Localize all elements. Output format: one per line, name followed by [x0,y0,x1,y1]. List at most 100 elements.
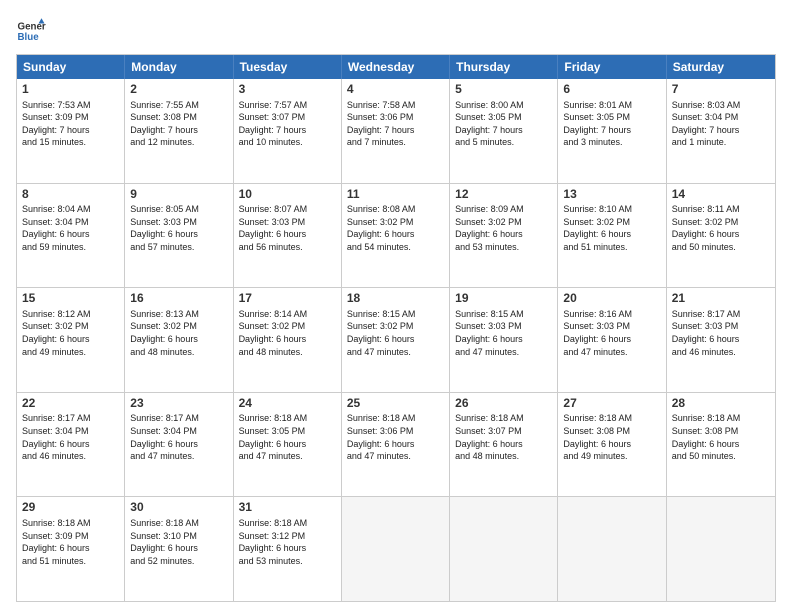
day-number: 31 [239,500,336,516]
day-number: 1 [22,82,119,98]
day-cell-23: 23Sunrise: 8:17 AM Sunset: 3:04 PM Dayli… [125,393,233,497]
page: General Blue SundayMondayTuesdayWednesda… [0,0,792,612]
day-cell-25: 25Sunrise: 8:18 AM Sunset: 3:06 PM Dayli… [342,393,450,497]
day-cell-29: 29Sunrise: 8:18 AM Sunset: 3:09 PM Dayli… [17,497,125,601]
day-info: Sunrise: 8:04 AM Sunset: 3:04 PM Dayligh… [22,203,119,253]
day-number: 5 [455,82,552,98]
day-cell-18: 18Sunrise: 8:15 AM Sunset: 3:02 PM Dayli… [342,288,450,392]
calendar-body: 1Sunrise: 7:53 AM Sunset: 3:09 PM Daylig… [17,79,775,601]
day-cell-21: 21Sunrise: 8:17 AM Sunset: 3:03 PM Dayli… [667,288,775,392]
day-number: 22 [22,396,119,412]
day-info: Sunrise: 8:05 AM Sunset: 3:03 PM Dayligh… [130,203,227,253]
day-cell-8: 8Sunrise: 8:04 AM Sunset: 3:04 PM Daylig… [17,184,125,288]
calendar-header: SundayMondayTuesdayWednesdayThursdayFrid… [17,55,775,79]
day-cell-10: 10Sunrise: 8:07 AM Sunset: 3:03 PM Dayli… [234,184,342,288]
day-cell-27: 27Sunrise: 8:18 AM Sunset: 3:08 PM Dayli… [558,393,666,497]
day-cell-5: 5Sunrise: 8:00 AM Sunset: 3:05 PM Daylig… [450,79,558,183]
empty-cell [342,497,450,601]
calendar-row-4: 22Sunrise: 8:17 AM Sunset: 3:04 PM Dayli… [17,392,775,497]
day-cell-22: 22Sunrise: 8:17 AM Sunset: 3:04 PM Dayli… [17,393,125,497]
day-number: 11 [347,187,444,203]
day-info: Sunrise: 8:15 AM Sunset: 3:03 PM Dayligh… [455,308,552,358]
day-number: 12 [455,187,552,203]
day-number: 14 [672,187,770,203]
weekday-header-wednesday: Wednesday [342,55,450,79]
day-number: 17 [239,291,336,307]
day-info: Sunrise: 8:08 AM Sunset: 3:02 PM Dayligh… [347,203,444,253]
day-info: Sunrise: 7:55 AM Sunset: 3:08 PM Dayligh… [130,99,227,149]
day-cell-4: 4Sunrise: 7:58 AM Sunset: 3:06 PM Daylig… [342,79,450,183]
day-cell-31: 31Sunrise: 8:18 AM Sunset: 3:12 PM Dayli… [234,497,342,601]
day-number: 9 [130,187,227,203]
day-info: Sunrise: 8:18 AM Sunset: 3:08 PM Dayligh… [672,412,770,462]
day-info: Sunrise: 8:17 AM Sunset: 3:03 PM Dayligh… [672,308,770,358]
logo: General Blue [16,16,46,46]
day-number: 29 [22,500,119,516]
day-number: 18 [347,291,444,307]
day-info: Sunrise: 8:09 AM Sunset: 3:02 PM Dayligh… [455,203,552,253]
day-cell-12: 12Sunrise: 8:09 AM Sunset: 3:02 PM Dayli… [450,184,558,288]
day-number: 26 [455,396,552,412]
day-info: Sunrise: 7:53 AM Sunset: 3:09 PM Dayligh… [22,99,119,149]
weekday-header-friday: Friday [558,55,666,79]
day-number: 4 [347,82,444,98]
day-cell-6: 6Sunrise: 8:01 AM Sunset: 3:05 PM Daylig… [558,79,666,183]
day-number: 19 [455,291,552,307]
weekday-header-monday: Monday [125,55,233,79]
day-number: 24 [239,396,336,412]
day-number: 2 [130,82,227,98]
day-info: Sunrise: 7:57 AM Sunset: 3:07 PM Dayligh… [239,99,336,149]
day-cell-17: 17Sunrise: 8:14 AM Sunset: 3:02 PM Dayli… [234,288,342,392]
day-info: Sunrise: 8:17 AM Sunset: 3:04 PM Dayligh… [22,412,119,462]
header: General Blue [16,16,776,46]
day-info: Sunrise: 8:18 AM Sunset: 3:09 PM Dayligh… [22,517,119,567]
day-number: 20 [563,291,660,307]
day-info: Sunrise: 8:17 AM Sunset: 3:04 PM Dayligh… [130,412,227,462]
calendar-row-1: 1Sunrise: 7:53 AM Sunset: 3:09 PM Daylig… [17,79,775,183]
day-cell-14: 14Sunrise: 8:11 AM Sunset: 3:02 PM Dayli… [667,184,775,288]
day-number: 8 [22,187,119,203]
day-info: Sunrise: 8:01 AM Sunset: 3:05 PM Dayligh… [563,99,660,149]
calendar-row-2: 8Sunrise: 8:04 AM Sunset: 3:04 PM Daylig… [17,183,775,288]
day-number: 3 [239,82,336,98]
day-info: Sunrise: 8:13 AM Sunset: 3:02 PM Dayligh… [130,308,227,358]
day-cell-28: 28Sunrise: 8:18 AM Sunset: 3:08 PM Dayli… [667,393,775,497]
svg-text:Blue: Blue [18,32,40,43]
calendar: SundayMondayTuesdayWednesdayThursdayFrid… [16,54,776,602]
day-info: Sunrise: 7:58 AM Sunset: 3:06 PM Dayligh… [347,99,444,149]
day-info: Sunrise: 8:10 AM Sunset: 3:02 PM Dayligh… [563,203,660,253]
day-info: Sunrise: 8:11 AM Sunset: 3:02 PM Dayligh… [672,203,770,253]
weekday-header-saturday: Saturday [667,55,775,79]
day-info: Sunrise: 8:07 AM Sunset: 3:03 PM Dayligh… [239,203,336,253]
day-cell-30: 30Sunrise: 8:18 AM Sunset: 3:10 PM Dayli… [125,497,233,601]
day-info: Sunrise: 8:18 AM Sunset: 3:08 PM Dayligh… [563,412,660,462]
day-cell-7: 7Sunrise: 8:03 AM Sunset: 3:04 PM Daylig… [667,79,775,183]
day-info: Sunrise: 8:18 AM Sunset: 3:10 PM Dayligh… [130,517,227,567]
day-cell-19: 19Sunrise: 8:15 AM Sunset: 3:03 PM Dayli… [450,288,558,392]
day-cell-11: 11Sunrise: 8:08 AM Sunset: 3:02 PM Dayli… [342,184,450,288]
day-info: Sunrise: 8:12 AM Sunset: 3:02 PM Dayligh… [22,308,119,358]
day-info: Sunrise: 8:14 AM Sunset: 3:02 PM Dayligh… [239,308,336,358]
day-cell-26: 26Sunrise: 8:18 AM Sunset: 3:07 PM Dayli… [450,393,558,497]
empty-cell [667,497,775,601]
day-number: 23 [130,396,227,412]
day-number: 7 [672,82,770,98]
weekday-header-sunday: Sunday [17,55,125,79]
day-info: Sunrise: 8:18 AM Sunset: 3:05 PM Dayligh… [239,412,336,462]
day-info: Sunrise: 8:18 AM Sunset: 3:12 PM Dayligh… [239,517,336,567]
day-number: 6 [563,82,660,98]
day-number: 27 [563,396,660,412]
logo-icon: General Blue [16,16,46,46]
day-cell-9: 9Sunrise: 8:05 AM Sunset: 3:03 PM Daylig… [125,184,233,288]
day-number: 16 [130,291,227,307]
day-info: Sunrise: 8:16 AM Sunset: 3:03 PM Dayligh… [563,308,660,358]
calendar-row-5: 29Sunrise: 8:18 AM Sunset: 3:09 PM Dayli… [17,496,775,601]
day-number: 28 [672,396,770,412]
day-cell-13: 13Sunrise: 8:10 AM Sunset: 3:02 PM Dayli… [558,184,666,288]
day-cell-24: 24Sunrise: 8:18 AM Sunset: 3:05 PM Dayli… [234,393,342,497]
day-cell-1: 1Sunrise: 7:53 AM Sunset: 3:09 PM Daylig… [17,79,125,183]
day-info: Sunrise: 8:18 AM Sunset: 3:07 PM Dayligh… [455,412,552,462]
day-cell-16: 16Sunrise: 8:13 AM Sunset: 3:02 PM Dayli… [125,288,233,392]
day-cell-3: 3Sunrise: 7:57 AM Sunset: 3:07 PM Daylig… [234,79,342,183]
calendar-row-3: 15Sunrise: 8:12 AM Sunset: 3:02 PM Dayli… [17,287,775,392]
